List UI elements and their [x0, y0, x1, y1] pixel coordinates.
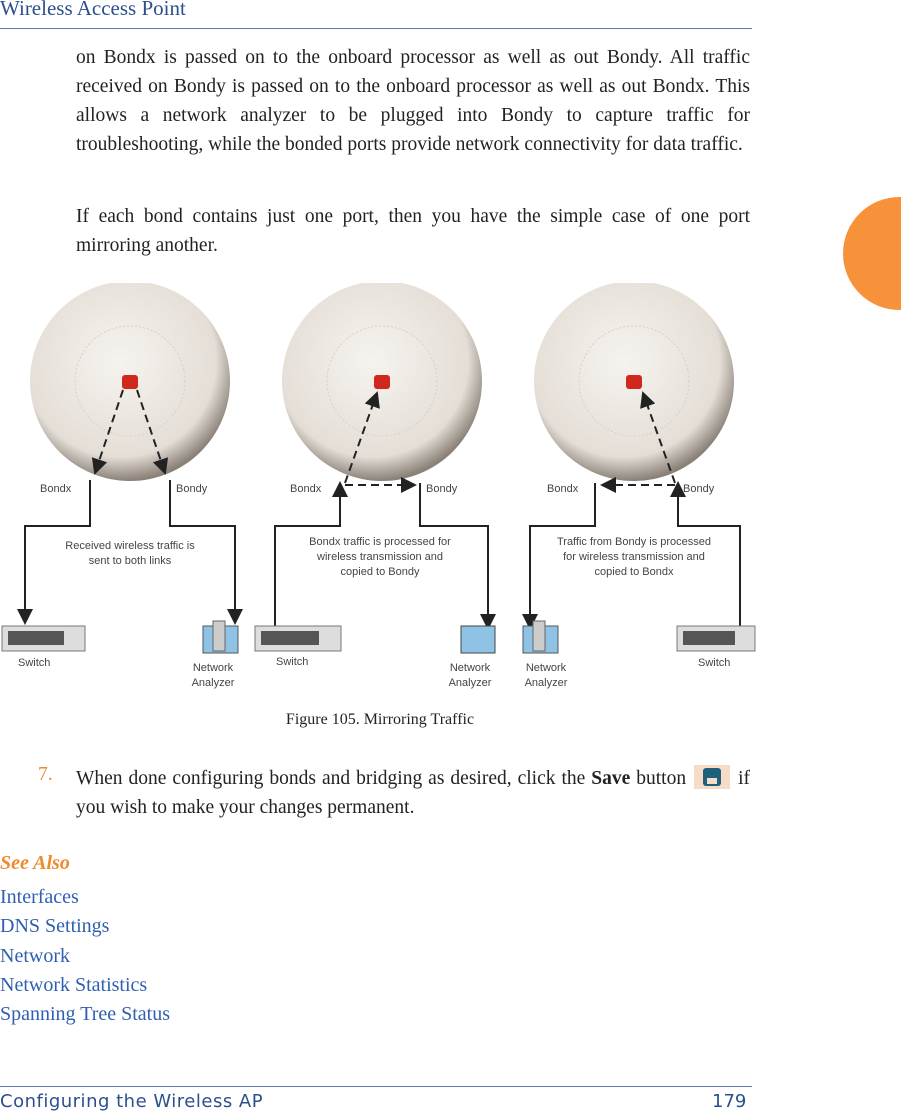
bondy-label: Bondy — [176, 483, 208, 495]
switch-icon — [1, 625, 86, 652]
access-point-3 — [534, 283, 734, 481]
device-label: Analyzer — [449, 677, 492, 689]
device-label: Network — [193, 662, 234, 674]
chapter-tab — [843, 197, 901, 310]
link-network-statistics[interactable]: Network Statistics — [0, 971, 170, 1000]
panel-description: Traffic from Bondy is processed — [557, 536, 711, 548]
figure-caption: Figure 105. Mirroring Traffic — [285, 711, 475, 728]
running-header: Wireless Access Point — [0, 0, 186, 20]
bondx-label: Bondx — [290, 483, 322, 495]
panel-description: copied to Bondy — [341, 566, 420, 578]
panel-description: copied to Bondx — [595, 566, 674, 578]
step-text: When done configuring bonds and bridging… — [76, 764, 750, 822]
access-point-1 — [30, 283, 230, 481]
step-text-part: button — [630, 768, 693, 789]
switch-icon — [676, 625, 756, 652]
network-analyzer-icon — [202, 620, 239, 654]
device-label: Analyzer — [192, 677, 235, 689]
link-interfaces[interactable]: Interfaces — [0, 883, 170, 912]
bondy-label: Bondy — [683, 483, 715, 495]
step-text-part: When done configuring bonds and bridging… — [76, 768, 592, 789]
link-dns-settings[interactable]: DNS Settings — [0, 912, 170, 941]
panel-description: sent to both links — [89, 555, 172, 567]
see-also-heading: See Also — [0, 852, 70, 874]
device-label: Switch — [276, 656, 308, 668]
device-label: Network — [450, 662, 491, 674]
header-rule — [0, 28, 752, 29]
paragraph: If each bond contains just one port, the… — [76, 206, 750, 256]
device-label: Network — [526, 662, 567, 674]
paragraph: on Bondx is passed on to the onboard pro… — [76, 47, 750, 155]
link-spanning-tree-status[interactable]: Spanning Tree Status — [0, 1000, 170, 1029]
switch-icon — [254, 625, 342, 652]
document-page: Wireless Access Point on Bondx is passed… — [0, 0, 901, 1114]
footer-section: Configuring the Wireless AP — [0, 1091, 264, 1112]
save-label: Save — [591, 768, 631, 789]
mirroring-figure: Bondx Bondy Received wireless traffic is… — [1, 283, 756, 689]
link-network[interactable]: Network — [0, 942, 170, 971]
step-number: 7. — [38, 764, 53, 785]
access-point-2 — [282, 283, 482, 481]
page-number: 179 — [712, 1091, 747, 1112]
bondx-label: Bondx — [40, 483, 72, 495]
panel-description: for wireless transmission and — [563, 551, 705, 563]
device-label: Switch — [18, 657, 50, 669]
panel-description: wireless transmission and — [316, 551, 443, 563]
bondy-label: Bondy — [426, 483, 458, 495]
network-analyzer-icon — [460, 625, 496, 654]
panel-description: Received wireless traffic is — [65, 540, 195, 552]
device-label: Switch — [698, 657, 730, 669]
save-icon — [694, 765, 731, 789]
bondx-label: Bondx — [547, 483, 579, 495]
see-also-links: Interfaces DNS Settings Network Network … — [0, 883, 170, 1029]
device-label: Analyzer — [525, 677, 568, 689]
footer-rule — [0, 1086, 752, 1087]
network-analyzer-icon — [522, 620, 559, 654]
panel-description: Bondx traffic is processed for — [309, 536, 451, 548]
